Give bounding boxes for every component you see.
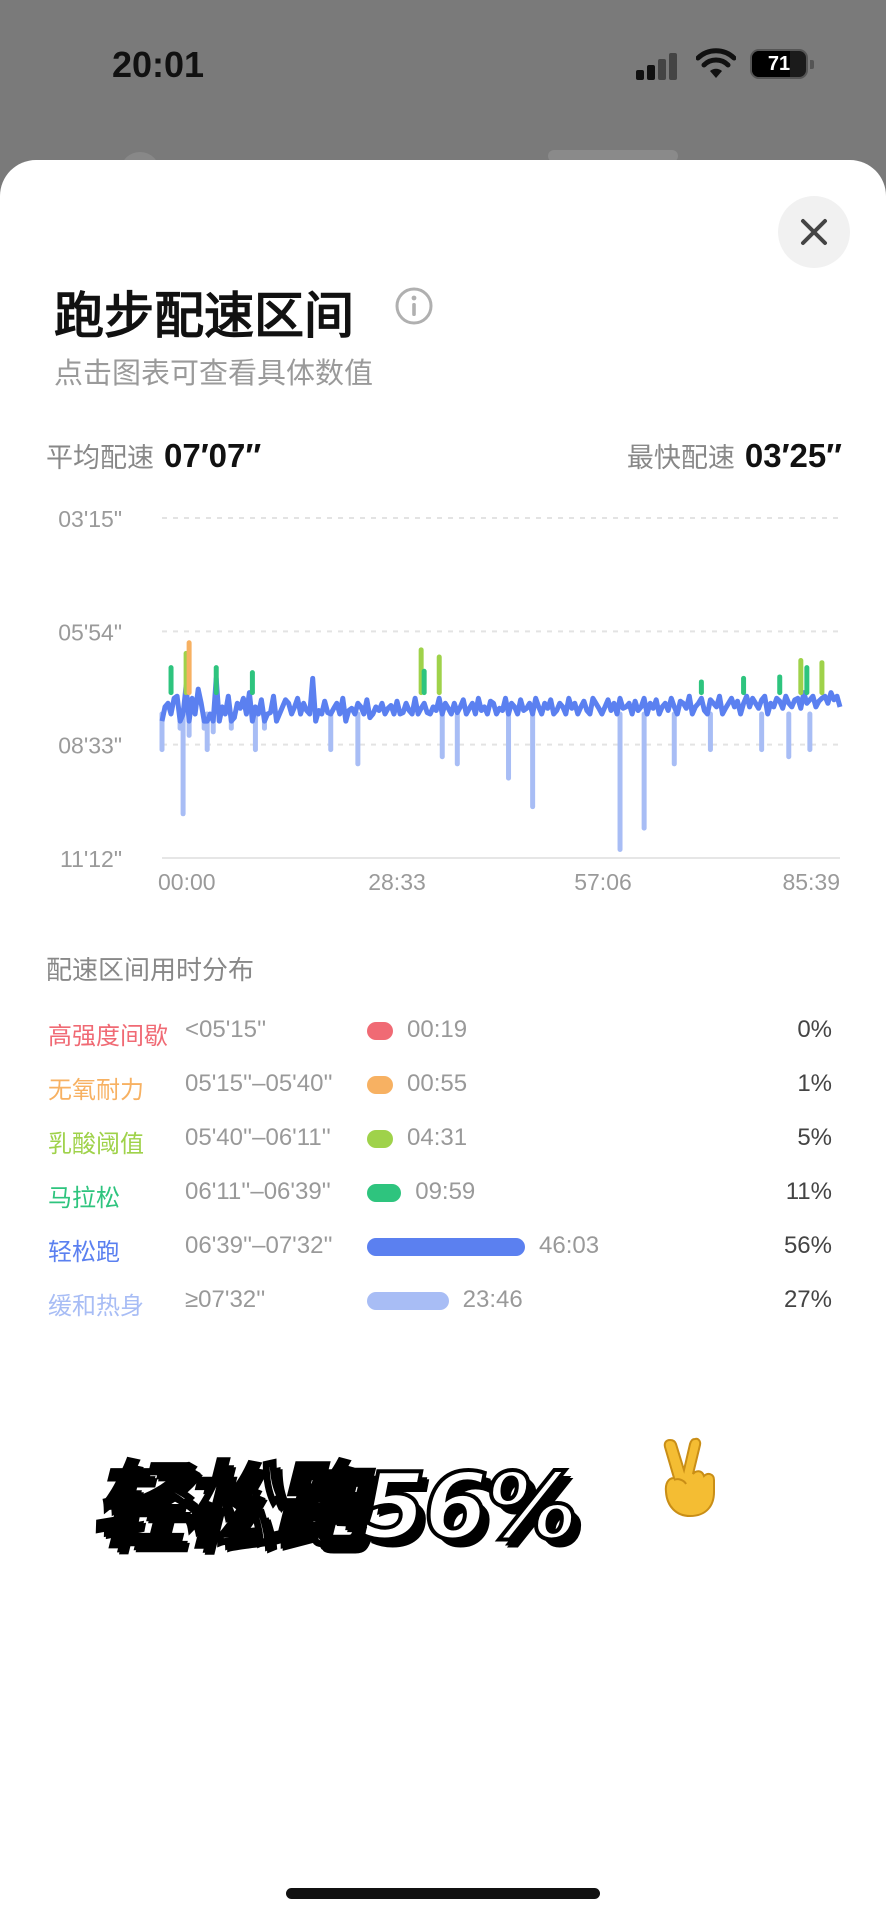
zone-row: 马拉松 06'11''–06'39'' 09:59 11% <box>0 1178 886 1232</box>
zone-name: 无氧耐力 <box>48 1077 144 1104</box>
zone-bar <box>367 1292 449 1310</box>
y-tick-label: 08'33" <box>58 733 122 759</box>
fastest-pace-label: 最快配速 <box>626 443 735 473</box>
x-tick-label: 00:00 <box>158 869 216 895</box>
battery-icon: 71 <box>750 49 814 79</box>
pace-chart[interactable]: 03'15" 05'54" 08'33" 11'12" 00:00 28:33 57:06 8… <box>0 490 886 900</box>
zone-name: 缓和热身 <box>48 1293 144 1320</box>
zone-duration: 00:19 <box>407 1016 468 1043</box>
zone-name: 高强度间歇 <box>48 1023 168 1050</box>
page-subtitle: 点击图表可查看具体数值 <box>54 358 374 390</box>
zone-duration: 00:55 <box>407 1070 468 1097</box>
chart-series-line <box>159 675 843 724</box>
avg-pace-value: 07′07″ <box>164 437 262 474</box>
zone-row: 乳酸阈值 05'40''–06'11'' 04:31 5% <box>0 1124 886 1178</box>
fastest-pace-value: 03′25″ <box>744 437 842 474</box>
zone-percent: 56% <box>783 1232 832 1259</box>
zone-range: 06'39''–07'32'' <box>185 1232 333 1259</box>
zone-bar <box>367 1022 393 1040</box>
zone-row: 轻松跑 06'39''–07'32'' 46:03 56% <box>0 1232 886 1286</box>
overlay-caption: 轻松跑56% <box>90 1451 580 1562</box>
zone-bar <box>367 1184 402 1202</box>
zone-row: 缓和热身 ≥07'32'' 23:46 27% <box>0 1286 886 1340</box>
zone-name: 轻松跑 <box>48 1239 120 1266</box>
victory-hand-icon <box>663 1437 715 1518</box>
avg-pace-stat: 平均配速 07′07″ <box>46 436 261 475</box>
zone-percent: 5% <box>797 1124 832 1151</box>
x-tick-label: 57:06 <box>574 869 632 895</box>
zone-bar <box>367 1238 525 1256</box>
page-title: 跑步配速区间 <box>54 288 354 344</box>
zone-duration: 46:03 <box>539 1232 600 1259</box>
zone-percent: 1% <box>797 1070 832 1097</box>
close-button[interactable] <box>778 196 850 268</box>
home-indicator[interactable] <box>286 1888 600 1899</box>
zone-bar <box>367 1076 393 1094</box>
info-icon[interactable] <box>394 286 434 326</box>
zone-name: 乳酸阈值 <box>48 1131 144 1158</box>
y-tick-label: 05'54" <box>58 619 122 645</box>
zone-percent: 27% <box>783 1286 832 1313</box>
zone-range: 05'40''–06'11'' <box>185 1124 331 1151</box>
cellular-signal-icon <box>636 52 680 80</box>
status-bar: 20:01 71 <box>0 0 886 130</box>
zone-row: 无氧耐力 05'15''–05'40'' 00:55 1% <box>0 1070 886 1124</box>
y-tick-label: 03'15" <box>58 506 122 532</box>
zone-duration: 09:59 <box>415 1178 476 1205</box>
zone-row: 高强度间歇 <05'15'' 00:19 0% <box>0 1016 886 1070</box>
zone-name: 马拉松 <box>48 1185 120 1212</box>
x-tick-label: 85:39 <box>782 869 840 895</box>
avg-pace-label: 平均配速 <box>46 443 154 473</box>
y-tick-label: 11'12" <box>60 846 122 872</box>
zone-duration: 04:31 <box>407 1124 468 1151</box>
x-tick-label: 28:33 <box>368 869 426 895</box>
zone-range: 06'11''–06'39'' <box>185 1178 331 1205</box>
zone-percent: 0% <box>797 1016 832 1043</box>
zone-duration: 23:46 <box>462 1286 523 1313</box>
close-icon <box>801 219 827 245</box>
status-time: 20:01 <box>112 44 205 85</box>
zone-range: 05'15''–05'40'' <box>185 1070 333 1097</box>
zone-range: ≥07'32'' <box>185 1286 266 1313</box>
zone-percent: 11% <box>785 1178 832 1205</box>
zone-range: <05'15'' <box>185 1016 267 1043</box>
wifi-icon <box>696 48 736 78</box>
zones-section-title: 配速区间用时分布 <box>46 955 255 985</box>
fastest-pace-stat: 最快配速 03′25″ <box>627 436 842 475</box>
zone-bar <box>367 1130 393 1148</box>
battery-level: 71 <box>767 53 791 75</box>
